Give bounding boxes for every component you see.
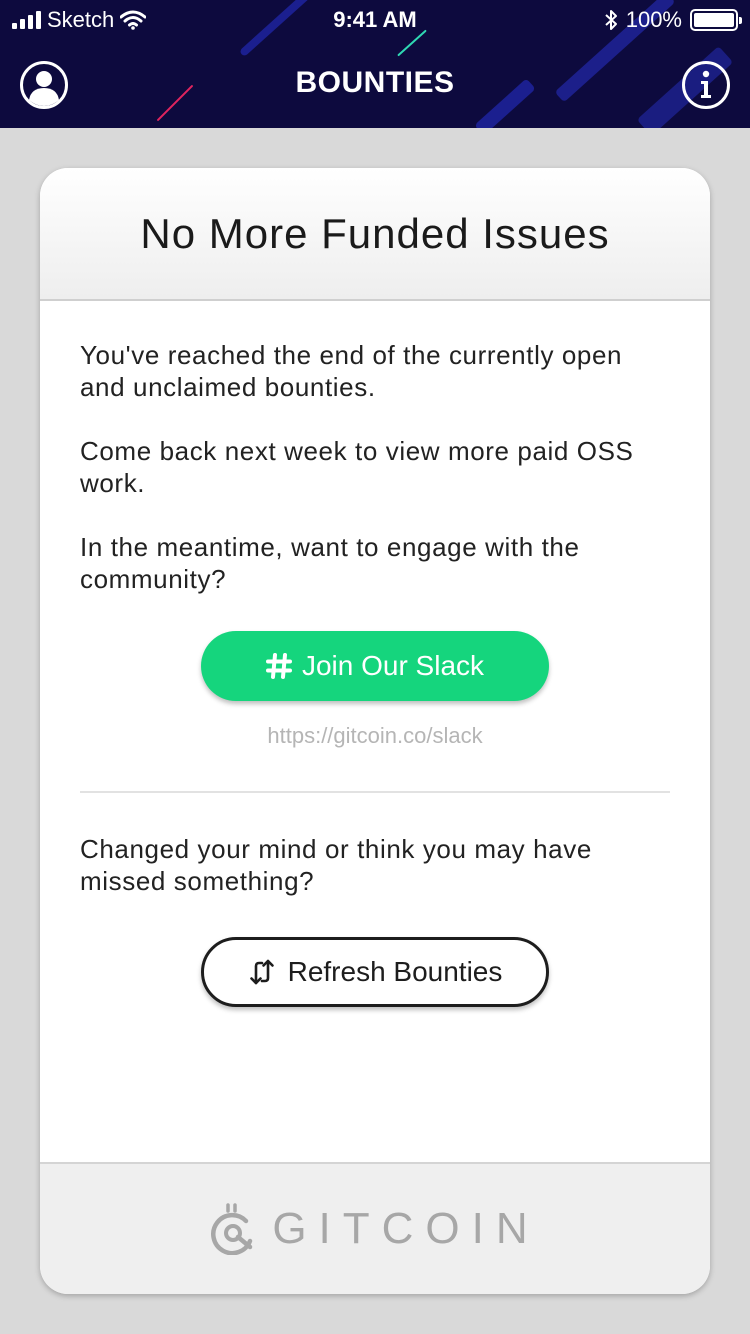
card-footer: GITCOIN xyxy=(40,1162,710,1294)
empty-state-card: No More Funded Issues You've reached the… xyxy=(40,168,710,1294)
join-slack-label: Join Our Slack xyxy=(301,650,485,681)
refresh-icon xyxy=(249,959,274,985)
battery-percent: 100% xyxy=(625,7,682,32)
section-divider xyxy=(80,791,670,793)
status-bar: Sketch 9:41 AM 100% xyxy=(0,0,750,40)
app-header: Sketch 9:41 AM 100% BOUNTIES xyxy=(0,0,750,128)
hash-icon xyxy=(265,653,292,679)
join-slack-button[interactable]: Join Our Slack xyxy=(201,631,549,701)
gitcoin-wordmark: GITCOIN xyxy=(272,1204,540,1253)
card-header: No More Funded Issues xyxy=(40,168,710,301)
message-paragraph: Come back next week to view more paid OS… xyxy=(80,436,634,498)
message-paragraph: In the meantime, want to engage with the… xyxy=(80,532,580,594)
message-paragraph: You've reached the end of the currently … xyxy=(80,340,623,402)
battery-icon xyxy=(690,9,742,31)
page-title: BOUNTIES xyxy=(295,66,455,99)
bluetooth-icon xyxy=(605,10,617,30)
refresh-prompt: Changed your mind or think you may have … xyxy=(80,834,592,896)
info-icon xyxy=(682,61,730,109)
card-title: No More Funded Issues xyxy=(140,209,610,257)
refresh-bounties-button[interactable]: Refresh Bounties xyxy=(201,937,549,1007)
card-body: You've reached the end of the currently … xyxy=(40,301,710,1007)
slack-url-link[interactable]: https://gitcoin.co/slack xyxy=(80,723,670,749)
gitcoin-logo-icon xyxy=(211,1203,253,1255)
info-button[interactable] xyxy=(681,60,731,110)
refresh-bounties-label: Refresh Bounties xyxy=(287,956,503,987)
